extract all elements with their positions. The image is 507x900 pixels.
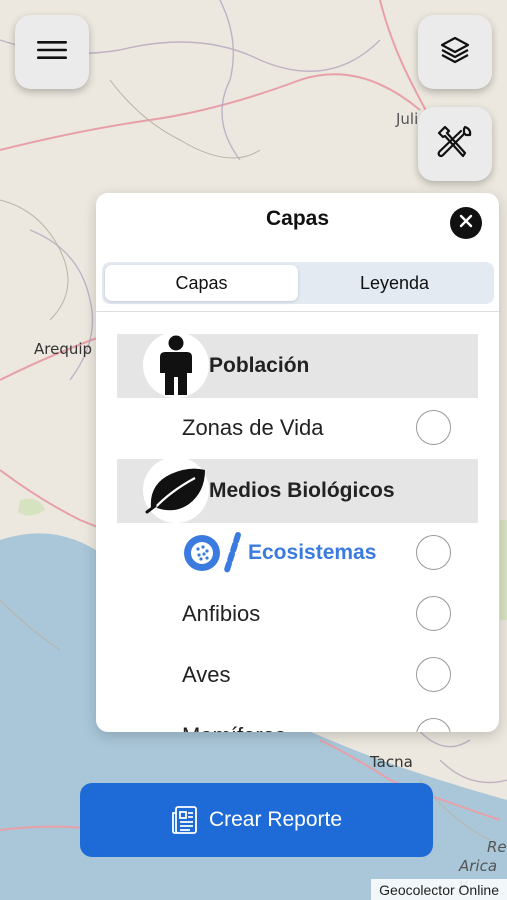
layer-toggle-radio[interactable] [416,718,451,732]
document-icon [171,805,199,835]
create-report-button[interactable]: Crear Reporte [80,783,433,857]
layer-toggle-radio[interactable] [416,535,451,570]
map-label-arequipa: Arequip [34,340,93,358]
layers-icon [439,34,471,71]
ecosistemas-label: Ecosistemas [248,541,377,564]
layers-list[interactable]: Población Zonas de Vida Medios Biológico… [96,312,499,732]
layers-panel: Capas Capas Leyenda Población Zonas de V… [96,193,499,732]
hamburger-menu-icon [37,39,67,66]
ecosistemas-logo-mark [184,532,241,575]
map-attribution: Geocolector Online [371,879,507,900]
panel-title: Capas [265,207,330,230]
menu-button[interactable] [15,15,89,89]
close-button[interactable] [450,207,482,239]
group-header-medios-biologicos[interactable]: Medios Biológicos [117,457,478,523]
map-label-re: Re [487,838,507,856]
leaf-icon [143,457,209,523]
tab-capas[interactable]: Capas [105,265,298,301]
tools-icon [435,123,475,166]
layer-item-ecosistemas[interactable]: Ecosistemas [96,523,499,583]
group-label-medios-biologicos: Medios Biológicos [209,479,395,502]
layer-toggle-radio[interactable] [416,657,451,692]
create-report-label: Crear Reporte [208,808,343,831]
group-label-poblacion: Población [209,354,310,377]
layer-toggle-radio[interactable] [416,410,451,445]
layers-button[interactable] [418,15,492,89]
layer-label: Anfibios [182,601,261,626]
layer-item-zonas-de-vida[interactable]: Zonas de Vida [96,398,499,458]
map-label-tacna: Tacna [370,753,413,771]
layer-item-mamiferos[interactable]: Mamíferos [96,706,499,732]
layer-label: Mamíferos [182,706,286,732]
person-icon [143,332,209,398]
close-icon [459,214,473,233]
layer-toggle-radio[interactable] [416,596,451,631]
panel-tabs: Capas Leyenda [102,262,494,304]
layer-label: Zonas de Vida [182,415,324,440]
layer-label: Aves [182,662,231,687]
ecosistemas-logo: Ecosistemas [182,531,376,575]
tab-leyenda[interactable]: Leyenda [298,265,491,301]
layer-item-anfibios[interactable]: Anfibios [96,584,499,644]
group-header-poblacion[interactable]: Población [117,332,478,398]
layer-item-aves[interactable]: Aves [96,645,499,705]
tools-button[interactable] [418,107,492,181]
